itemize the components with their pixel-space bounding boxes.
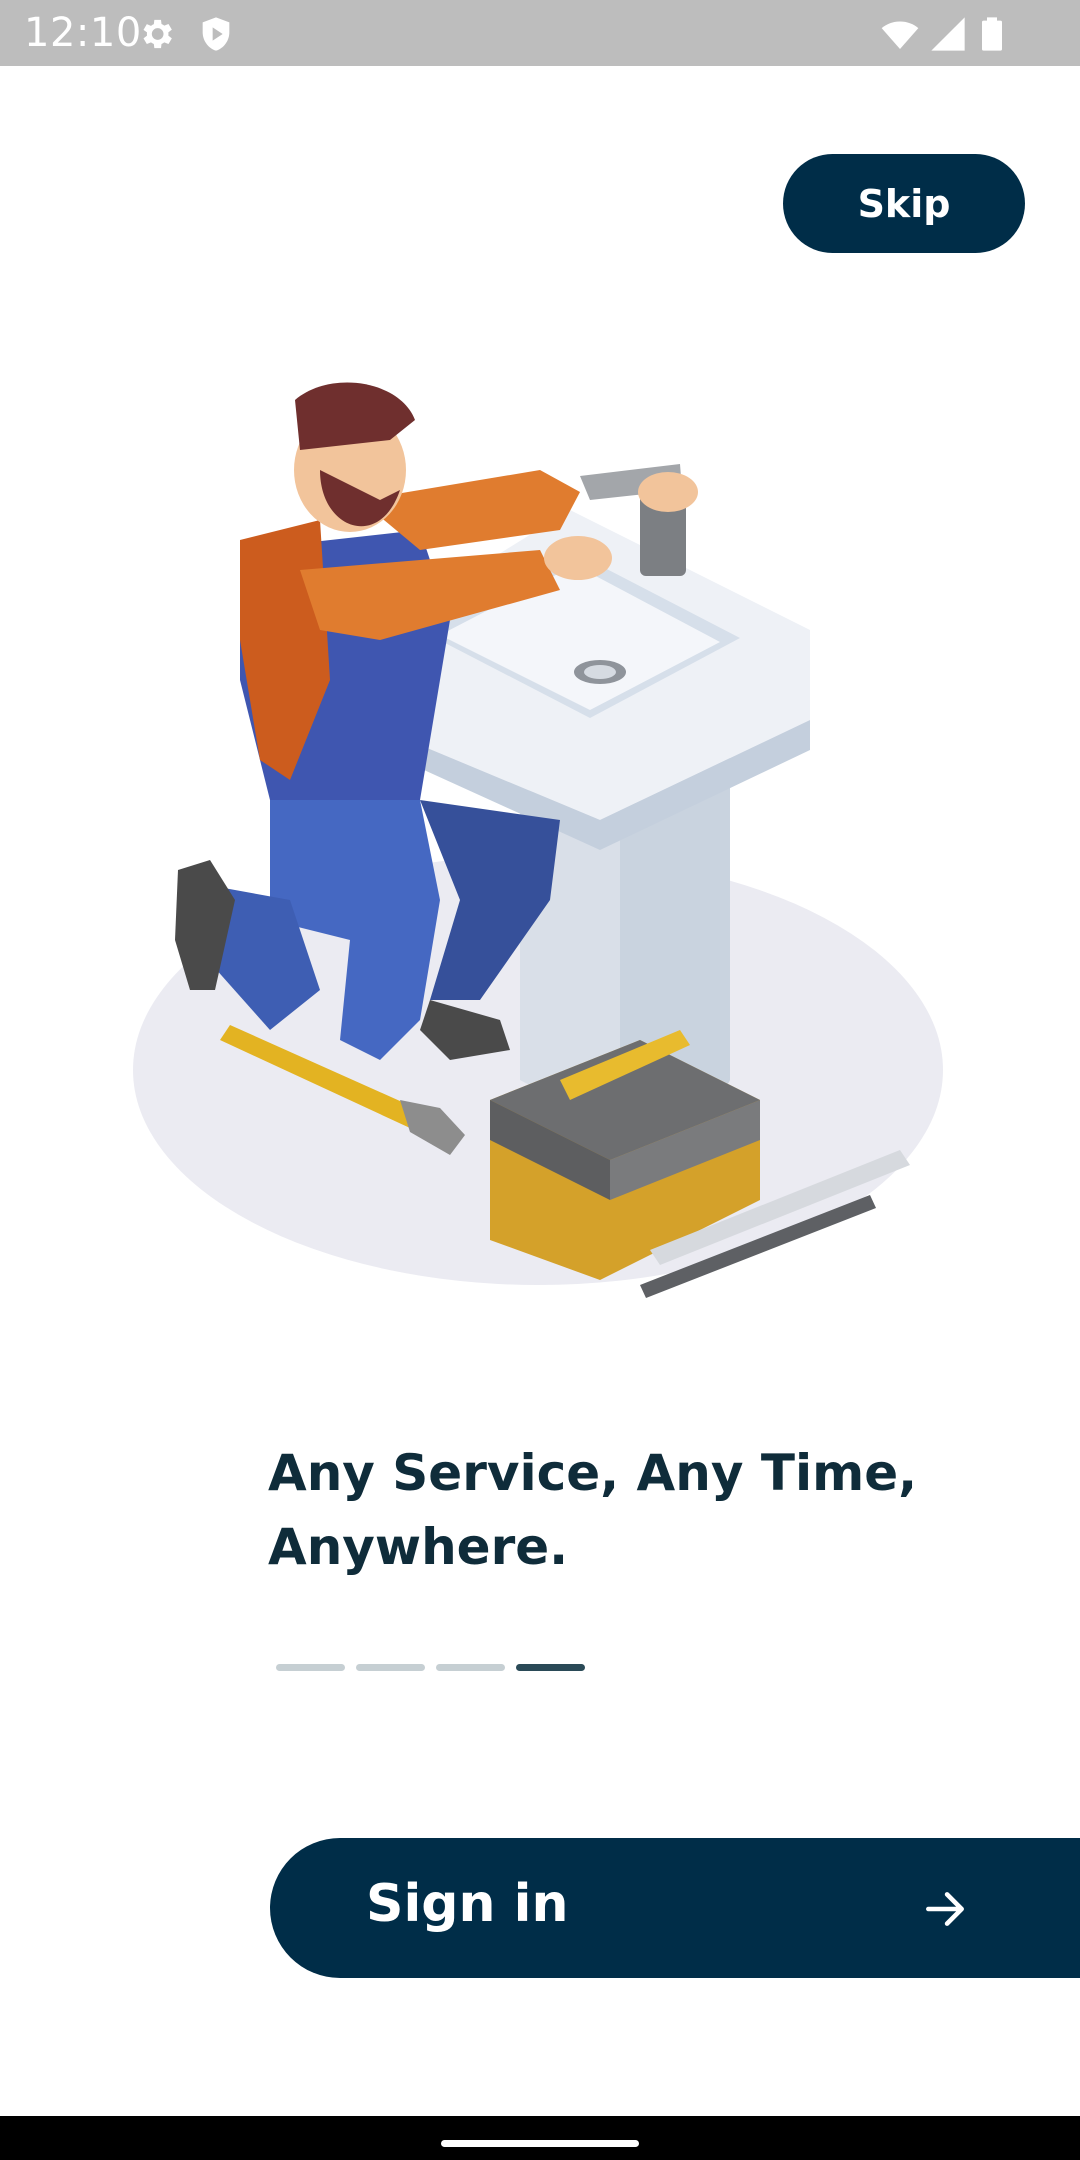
- signal-icon: [928, 14, 968, 54]
- page-indicator-dot: [276, 1664, 345, 1671]
- page-indicator-dot: [436, 1664, 505, 1671]
- page-indicator-dot: [516, 1664, 585, 1671]
- page-indicator-dot: [356, 1664, 425, 1671]
- status-time: 12:10: [24, 10, 142, 56]
- sign-in-button[interactable]: Sign in: [270, 1838, 1080, 1978]
- battery-icon: [972, 14, 1012, 54]
- arrow-right-icon: [920, 1884, 970, 1934]
- play-protect-icon: [196, 14, 236, 54]
- sign-in-label: Sign in: [366, 1874, 569, 1934]
- status-bar: 12:10: [0, 0, 1080, 66]
- home-gesture-handle[interactable]: [441, 2140, 639, 2147]
- headline-line-2: Anywhere.: [268, 1518, 569, 1576]
- navigation-bar: [0, 2116, 1080, 2160]
- skip-button[interactable]: Skip: [783, 154, 1025, 253]
- settings-icon: [136, 14, 176, 54]
- page-indicator: [276, 1664, 585, 1672]
- onboarding-screen: 12:10 Skip Any Service, Any Time, Anywhe…: [0, 0, 1080, 2160]
- wifi-icon: [880, 14, 920, 54]
- plumber-fixing-sink-illustration: [120, 380, 970, 1310]
- headline-line-1: Any Service, Any Time,: [268, 1444, 918, 1502]
- onboarding-headline: Any Service, Any Time, Anywhere.: [268, 1436, 928, 1584]
